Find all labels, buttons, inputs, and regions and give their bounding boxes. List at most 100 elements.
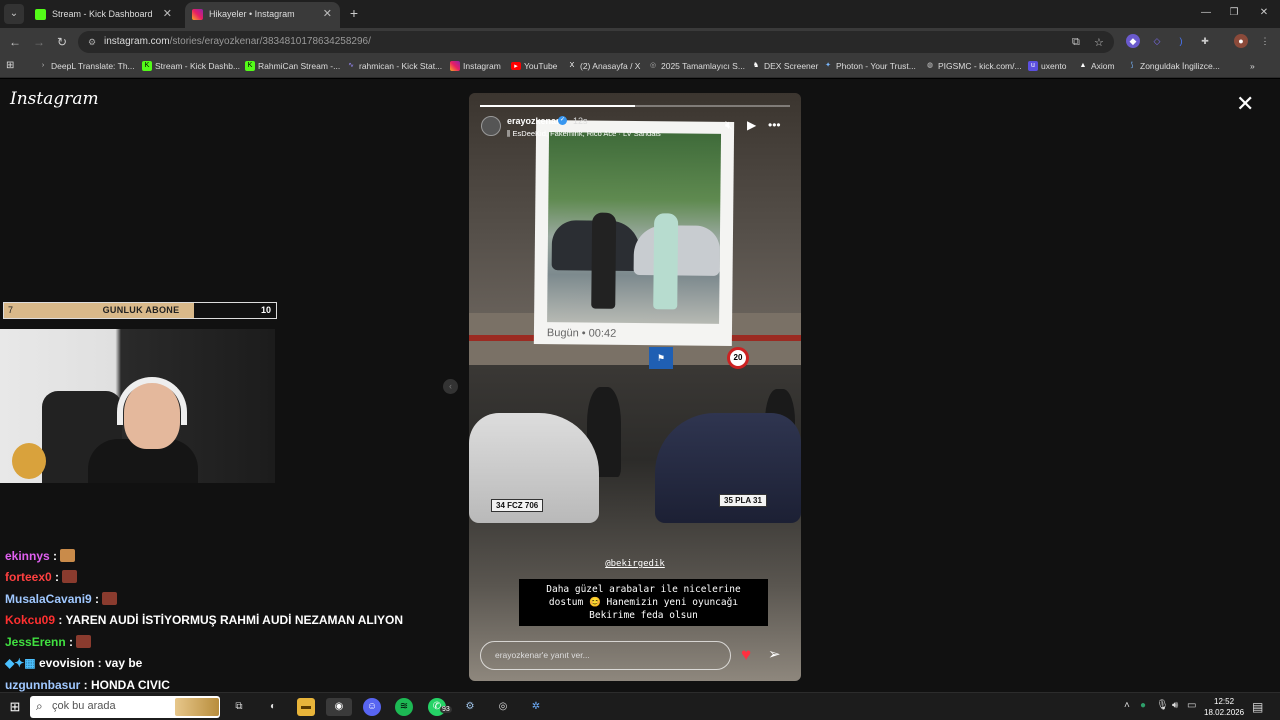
extension-icon[interactable]: ◆ xyxy=(1126,34,1140,48)
spotify-icon[interactable]: ≋ xyxy=(395,698,413,716)
kick-icon: K xyxy=(245,61,255,71)
tab-instagram[interactable]: Hikayeler • Instagram ✕ xyxy=(185,2,340,28)
emote-icon xyxy=(102,592,118,605)
tab-search-button[interactable]: ⌄ xyxy=(4,4,24,24)
bookmark-axiom[interactable]: ▲ Axiom xyxy=(1078,59,1115,73)
chat-user: evovision xyxy=(38,656,95,670)
notification-icon[interactable]: ▤ xyxy=(1252,700,1263,714)
app-icon[interactable]: ✲ xyxy=(527,698,545,716)
mention-tag[interactable]: @bekirgedik xyxy=(469,559,801,569)
chat-message: JessErenn : xyxy=(5,635,92,650)
reload-button[interactable]: ↻ xyxy=(53,33,71,51)
app-icon[interactable]: ◐ xyxy=(264,698,282,716)
address-bar[interactable]: ⚙ instagram.com/stories/erayozkenar/3834… xyxy=(78,31,1114,53)
speed-limit-sign: 20 xyxy=(727,347,749,369)
sub-goal-bar: 7 GUNLUK ABONE 10 xyxy=(3,302,277,319)
extensions-puzzle-icon[interactable]: ✚ xyxy=(1198,34,1212,48)
chat-user: ekinnys xyxy=(5,549,50,563)
tab-kick-dashboard[interactable]: Stream - Kick Dashboard ✕ xyxy=(28,2,180,28)
license-plate-right: 35 PLA 31 xyxy=(719,494,767,507)
minimize-button[interactable]: — xyxy=(1196,4,1216,22)
bookmark-instagram[interactable]: Instagram xyxy=(450,59,501,73)
story-progress-bar xyxy=(480,105,790,107)
kick-icon: K xyxy=(142,61,152,71)
start-windows-icon[interactable]: ⊞ xyxy=(6,698,24,716)
bookmark-zonguldak[interactable]: ⟆ Zonguldak İngilizce... xyxy=(1127,59,1220,73)
story-music[interactable]: ⫼ EsDeeKid, Fakemink, Rico Ace · LV Sand… xyxy=(507,129,661,139)
story-caption: Daha güzel arabalar ile nicelerine dostu… xyxy=(519,579,768,626)
instagram-logo[interactable]: Instagram xyxy=(10,89,99,109)
install-app-icon[interactable]: ⧉ xyxy=(1072,36,1080,49)
bookmark-dex-screener[interactable]: ♞ DEX Screener xyxy=(751,59,818,73)
polaroid-sticker: Bugün • 00:42 xyxy=(533,119,735,347)
story-username[interactable]: erayozkenar xyxy=(507,116,560,126)
microphone-icon[interactable]: 🎙︎ xyxy=(1156,700,1169,711)
url-text[interactable]: instagram.com/stories/erayozkenar/383481… xyxy=(104,36,371,47)
bookmark-kick-stats[interactable]: ∿ rahmican - Kick Stat... xyxy=(346,59,442,73)
person-dark xyxy=(591,212,617,309)
task-view-icon[interactable]: ⧉ xyxy=(230,698,248,716)
chat-user: uzgunnbasur xyxy=(5,678,81,692)
profile-avatar[interactable]: ● xyxy=(1234,34,1248,48)
search-icon: ⌕ xyxy=(36,699,43,713)
obs-icon[interactable]: ◎ xyxy=(494,698,512,716)
menu-kebab-icon[interactable]: ⋮ xyxy=(1258,34,1272,48)
tab-close-icon[interactable]: ✕ xyxy=(323,2,332,26)
apps-grid-icon[interactable]: ⊞ xyxy=(6,59,14,73)
discord-icon[interactable]: ☺ xyxy=(363,698,381,716)
bookmark-label: rahmican - Kick Stat... xyxy=(359,61,443,71)
story-time: 12s xyxy=(573,116,588,126)
bookmark-uxento[interactable]: u uxento xyxy=(1028,59,1067,73)
tab-close-icon[interactable]: ✕ xyxy=(163,2,172,26)
send-icon[interactable]: ➢ xyxy=(768,646,781,663)
globe-icon: ◍ xyxy=(926,62,934,69)
new-tab-button[interactable]: + xyxy=(346,4,362,22)
bookmark-youtube[interactable]: ▸ YouTube xyxy=(511,59,557,73)
avatar[interactable] xyxy=(481,116,501,136)
more-bookmarks-icon[interactable]: » xyxy=(1250,59,1255,73)
bookmark-star-icon[interactable]: ☆ xyxy=(1094,36,1104,49)
network-icon[interactable]: ▭ xyxy=(1187,700,1196,711)
more-options-icon[interactable]: ••• xyxy=(768,119,781,131)
back-button[interactable]: ← xyxy=(6,33,24,51)
polaroid-date: Bugün • 00:42 xyxy=(546,327,617,340)
file-explorer-icon[interactable]: ▬ xyxy=(297,698,315,716)
clock-date: 18.02.2026 xyxy=(1204,708,1245,717)
close-story-button[interactable]: ✕ xyxy=(1236,93,1254,115)
volume-icon[interactable]: 🔊︎ xyxy=(1172,700,1178,711)
axiom-icon: ▲ xyxy=(1079,62,1087,69)
taskbar-search-box[interactable]: ⌕ çok bu arada xyxy=(30,696,220,718)
caption-line: Bekirime feda olsun xyxy=(589,610,698,621)
bookmark-x[interactable]: X (2) Anasayfa / X xyxy=(567,59,641,73)
bookmark-deepl[interactable]: › DeepL Translate: Th... xyxy=(38,59,135,73)
search-highlight-image xyxy=(175,698,219,716)
url-path: /stories/erayozkenar/3834810178634258296… xyxy=(169,36,371,47)
tray-app-icon[interactable]: ● xyxy=(1140,700,1146,711)
translate-icon: ⟆ xyxy=(1130,62,1134,69)
restore-button[interactable]: ❐ xyxy=(1224,4,1244,22)
bookmark-rahmican-stream[interactable]: K RahmiCan Stream -... xyxy=(245,59,340,73)
mute-icon[interactable]: 🔇︎ xyxy=(725,119,733,131)
bookmark-label: Instagram xyxy=(463,61,501,71)
tray-overflow-icon[interactable]: ˄ xyxy=(1124,700,1130,711)
bookmark-pigsmc[interactable]: ◍ PIGSMC - kick.com/... xyxy=(925,59,1022,73)
forward-button[interactable]: → xyxy=(30,33,48,51)
taskbar-clock[interactable]: 12:52 18.02.2026 xyxy=(1204,696,1244,718)
close-window-button[interactable]: ✕ xyxy=(1254,4,1274,22)
bookmark-tamamlayici[interactable]: ◎ 2025 Tamamlayıcı S... xyxy=(648,59,745,73)
story-card[interactable]: ⚑ 20 34 FCZ 706 35 PLA 31 Bugün • 00:42 xyxy=(469,93,801,681)
steam-icon[interactable]: ⚙ xyxy=(461,698,479,716)
play-icon[interactable]: ▶ xyxy=(747,119,756,131)
search-text: çok bu arada xyxy=(52,700,116,712)
chrome-icon[interactable]: ◉ xyxy=(326,698,352,716)
bookmark-photon[interactable]: ✦ Photon - Your Trust... xyxy=(823,59,916,73)
extension-icon[interactable]: ◇ xyxy=(1150,34,1164,48)
previous-story-button[interactable]: ‹ xyxy=(443,379,458,394)
bookmark-kick-dashboard[interactable]: K Stream - Kick Dashb... xyxy=(142,59,240,73)
extension-icon[interactable]: ) xyxy=(1174,34,1188,48)
reply-input[interactable]: erayozkenar'e yanıt ver... xyxy=(480,641,731,670)
heart-icon[interactable]: ♥ xyxy=(741,646,751,663)
site-info-icon[interactable]: ⚙ xyxy=(88,36,100,48)
bookmark-label: (2) Anasayfa / X xyxy=(580,61,641,71)
crosswalk-sign-icon: ⚑ xyxy=(649,347,673,369)
